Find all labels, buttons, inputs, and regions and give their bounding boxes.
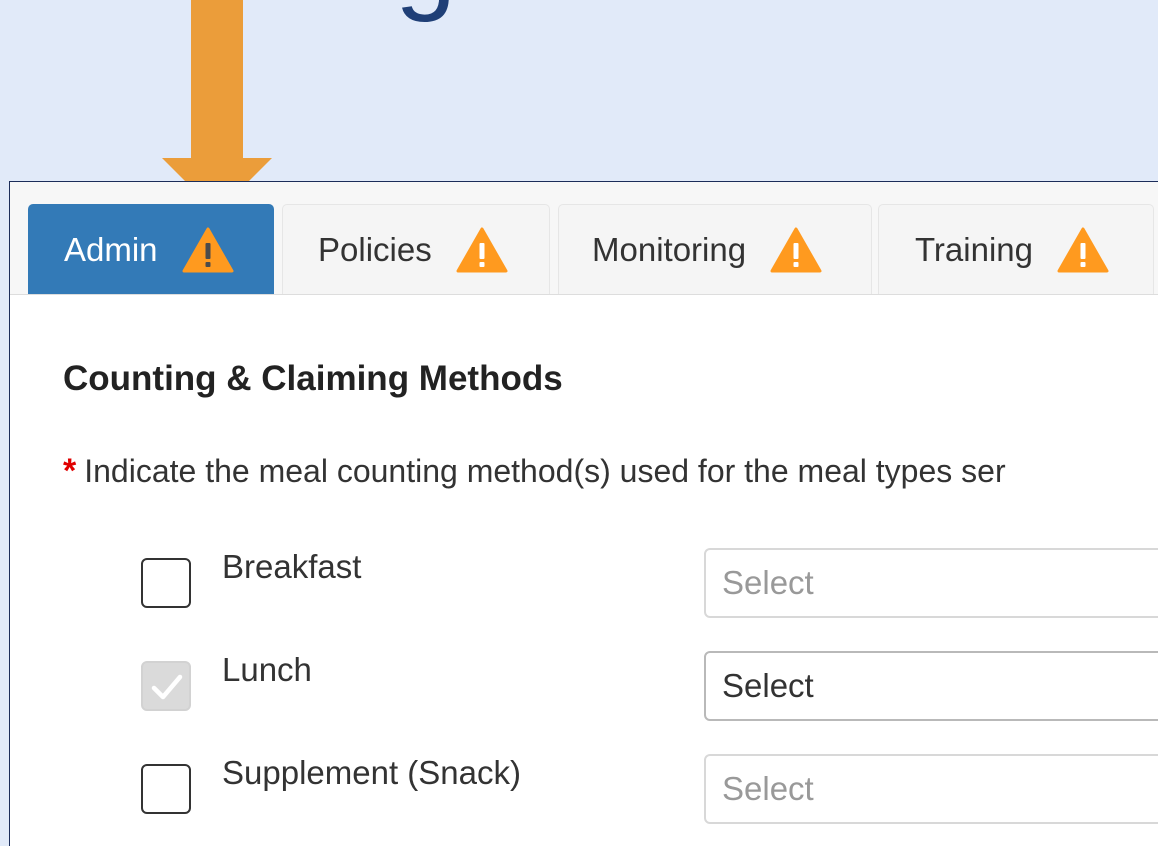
meal-label: Supplement (Snack) [222, 754, 521, 791]
lunch-method-select[interactable]: Select [704, 651, 1158, 721]
tab-label: Training [915, 230, 1033, 268]
tab-label: Monitoring [592, 230, 747, 268]
breakfast-checkbox[interactable] [141, 558, 191, 608]
warning-icon [182, 227, 234, 272]
checkmark-icon [151, 674, 183, 700]
tab-policies[interactable]: Policies [282, 204, 550, 294]
meal-label: Breakfast [222, 548, 362, 585]
meal-row-breakfast: Breakfast Select [10, 548, 1158, 620]
warning-icon [1057, 227, 1109, 272]
snack-method-select[interactable]: Select [704, 754, 1158, 824]
meal-row-lunch: Lunch Select [10, 651, 1158, 723]
slide-title-fragment: g [395, 0, 456, 22]
instruction-label: Indicate the meal counting method(s) use… [84, 453, 1006, 489]
warning-icon [770, 227, 822, 272]
tab-label: Policies [318, 230, 432, 268]
tab-bar: Admin Policies Monitoring Training [10, 182, 1158, 295]
warning-icon [456, 227, 508, 272]
meal-row-snack: Supplement (Snack) Select [10, 754, 1158, 826]
tab-monitoring[interactable]: Monitoring [558, 204, 872, 294]
tab-training[interactable]: Training [878, 204, 1154, 294]
tab-admin[interactable]: Admin [28, 204, 274, 294]
instruction-text: * Indicate the meal counting method(s) us… [63, 452, 1006, 491]
lunch-checkbox[interactable] [141, 661, 191, 711]
snack-checkbox[interactable] [141, 764, 191, 814]
section-heading: Counting & Claiming Methods [63, 359, 563, 398]
breakfast-method-select[interactable]: Select [704, 548, 1158, 618]
application-screenshot: Admin Policies Monitoring Training Count… [9, 181, 1158, 846]
meal-label: Lunch [222, 651, 312, 688]
required-marker: * [63, 452, 77, 490]
tab-label: Admin [64, 230, 158, 268]
